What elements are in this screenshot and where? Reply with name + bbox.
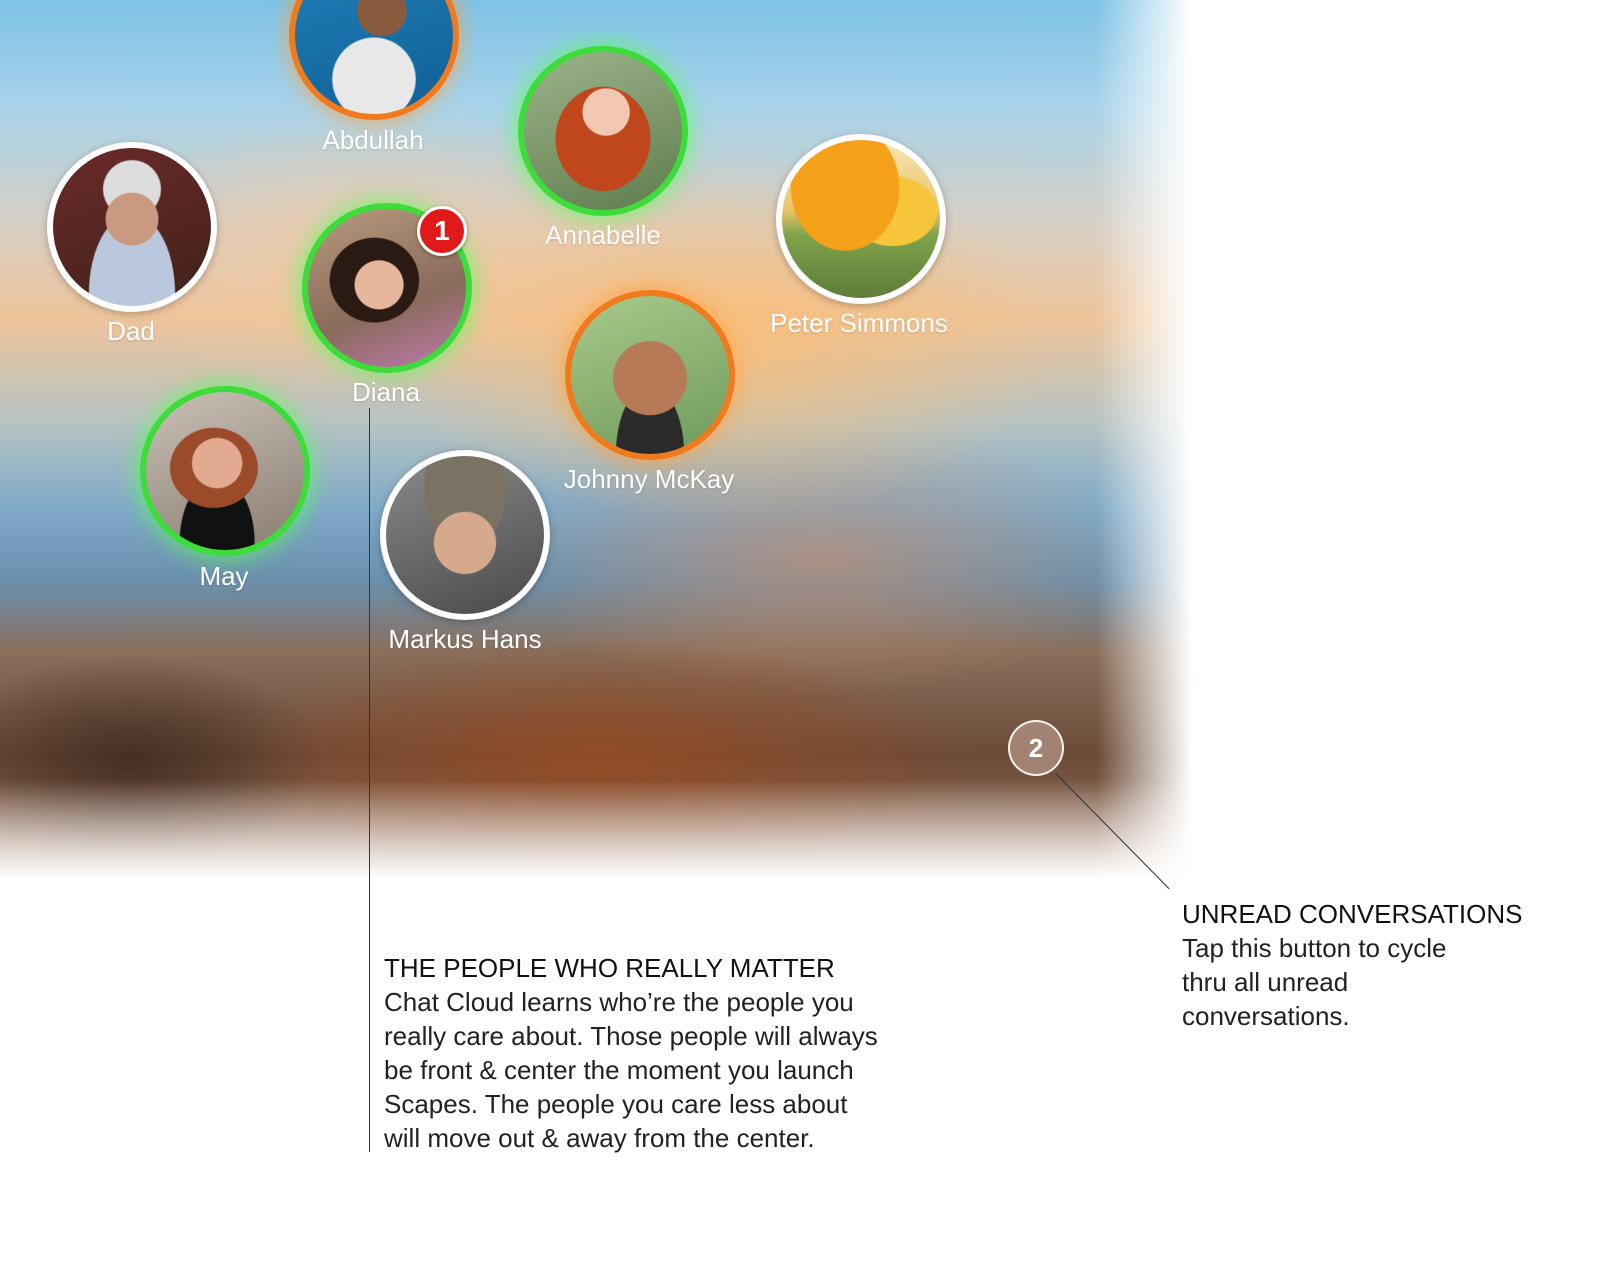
- contact-name: Diana: [352, 377, 420, 407]
- callout-description: Tap this button to cycle thru all unread…: [1182, 933, 1447, 1031]
- unread-conversations-button[interactable]: 2: [1008, 720, 1064, 776]
- contact-name: May: [199, 561, 249, 591]
- callout-title: THE PEOPLE WHO REALLY MATTER: [384, 953, 835, 983]
- avatar[interactable]: [47, 142, 217, 312]
- contact-name: Markus Hans: [388, 624, 542, 654]
- avatar[interactable]: [518, 46, 688, 216]
- contact-name: Johnny McKay: [563, 464, 735, 494]
- callout-description: Chat Cloud learns who’re the people you …: [384, 987, 878, 1153]
- contact-name: Peter Simmons: [770, 308, 948, 338]
- contact-name: Dad: [107, 316, 155, 346]
- unread-count-badge: 1: [417, 206, 467, 256]
- callout-title: UNREAD CONVERSATIONS: [1182, 899, 1523, 929]
- avatar[interactable]: [140, 386, 310, 556]
- avatar[interactable]: [776, 134, 946, 304]
- screen-fade: [0, 780, 1192, 890]
- contact-name: Annabelle: [545, 220, 661, 250]
- avatar[interactable]: [565, 290, 735, 460]
- avatar[interactable]: [380, 450, 550, 620]
- contact-name: Abdullah: [322, 125, 424, 155]
- callout-leader-line: [369, 408, 370, 1152]
